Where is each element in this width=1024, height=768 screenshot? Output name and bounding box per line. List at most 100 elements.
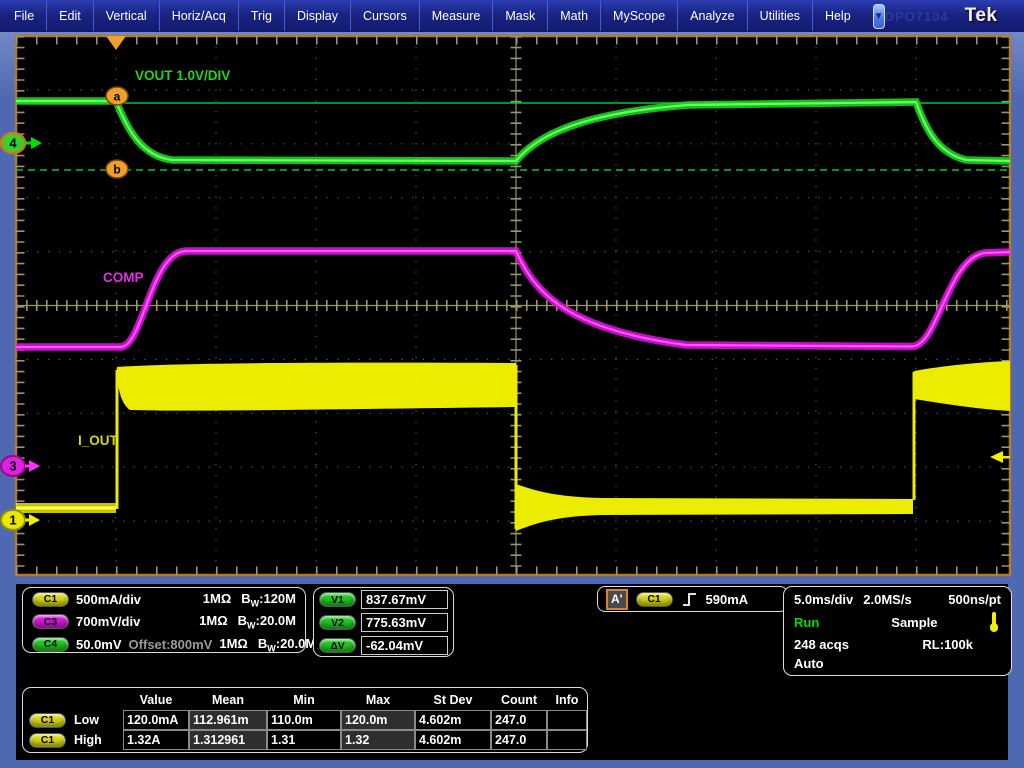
menu-analyze[interactable]: Analyze xyxy=(677,1,746,31)
trigger-mode: Auto xyxy=(794,656,824,671)
menu-trig[interactable]: Trig xyxy=(238,1,284,31)
horizontal-panel: 5.0ms/div 2.0MS/s 500ns/pt Run Sample 24… xyxy=(783,586,1012,676)
svg-text:b: b xyxy=(113,163,120,177)
horizontal-row-3: 248 acqs RL:100k xyxy=(784,635,1011,654)
acquisition-count: 248 acqs xyxy=(794,637,849,652)
svg-text:1: 1 xyxy=(9,513,16,528)
c1-bandwidth: BW:120M xyxy=(241,591,296,609)
menu-cursors[interactable]: Cursors xyxy=(350,1,419,31)
measurement-header-count: Count xyxy=(491,692,547,710)
vout-label: VOUT 1.0V/DIV xyxy=(135,68,230,83)
measurement-name: Low xyxy=(74,713,99,727)
measurement-header-info: Info xyxy=(547,692,587,710)
menu-myscope[interactable]: MyScope xyxy=(600,1,677,31)
comp-label: COMP xyxy=(103,270,144,285)
measurement-cell-mean: 112.961m xyxy=(189,710,267,730)
cursor-dv-row: ΔV -62.04mV xyxy=(314,634,453,657)
cursor-v2-value: 775.63mV xyxy=(361,613,448,632)
measurement-cell-count: 247.0 xyxy=(491,730,547,750)
menu-mask[interactable]: Mask xyxy=(492,1,547,31)
measurement-cell-max: 120.0m xyxy=(341,710,415,730)
cursor-v2-button[interactable]: V2 xyxy=(319,615,356,630)
svg-text:4: 4 xyxy=(9,136,17,151)
menu-vertical[interactable]: Vertical xyxy=(93,1,159,31)
c1-scale[interactable]: 500mA/div xyxy=(76,592,168,607)
resolution-value: 500ns/pt xyxy=(948,592,1001,607)
graticule-canvas: a b 4 3 1 VOUT 1.0V/DIV COMP I_OUT xyxy=(0,32,1024,584)
menu-file[interactable]: File xyxy=(2,1,46,31)
measurement-header-max: Max xyxy=(341,692,415,710)
trigger-level-value: 590mA xyxy=(706,592,749,607)
channel-row-c4: C4 50.0mV Offset:800mV 1MΩ BW:20.0M xyxy=(23,633,305,656)
measurement-cell-value: 120.0mA xyxy=(123,710,189,730)
cursor-dv-button[interactable]: ΔV xyxy=(319,638,356,653)
horizontal-row-2: Run Sample xyxy=(784,609,1011,635)
measurement-cell-count: 247.0 xyxy=(491,710,547,730)
acquisition-state: Run xyxy=(794,615,819,630)
measurement-cell-min: 110.0m xyxy=(267,710,341,730)
c4-impedance: 1MΩ xyxy=(219,636,247,651)
measurement-cell-max: 1.32 xyxy=(341,730,415,750)
chevron-down-icon: ▼ xyxy=(874,11,884,22)
measurement-header-value: Value xyxy=(123,692,189,710)
channel-c4-button[interactable]: C4 xyxy=(32,637,69,652)
menu-display[interactable]: Display xyxy=(284,1,350,31)
menu-overflow-button[interactable]: ▼ xyxy=(873,4,885,29)
horizontal-row-1: 5.0ms/div 2.0MS/s 500ns/pt xyxy=(784,590,1011,609)
trigger-a-badge[interactable]: A' xyxy=(606,589,628,610)
channel-c1-button[interactable]: C1 xyxy=(32,592,69,607)
measurement-panel: Value Mean Min Max St Dev Count Info C1 … xyxy=(22,687,588,753)
measurement-source-button[interactable]: C1 xyxy=(29,733,66,748)
cursor-v2-row: V2 775.63mV xyxy=(314,611,453,634)
c4-offset: Offset:800mV xyxy=(129,637,213,652)
menu-edit[interactable]: Edit xyxy=(46,1,93,31)
measurement-cell-info xyxy=(547,730,587,750)
c3-impedance: 1MΩ xyxy=(199,613,227,628)
measurement-header-min: Min xyxy=(267,692,341,710)
acquisition-mode: Sample xyxy=(891,615,937,630)
c3-scale[interactable]: 700mV/div xyxy=(76,614,168,629)
measurement-cell-mean: 1.312961 xyxy=(189,730,267,750)
svg-text:a: a xyxy=(114,90,121,104)
measurement-header-stdev: St Dev xyxy=(415,692,491,710)
menu-help[interactable]: Help xyxy=(812,1,863,31)
measurement-name: High xyxy=(74,733,102,747)
oscilloscope-screen: { "titlebar": { "menus": ["File","Edit",… xyxy=(0,0,1024,768)
menu-utilities[interactable]: Utilities xyxy=(747,1,812,31)
menu-math[interactable]: Math xyxy=(547,1,600,31)
c1-impedance: 1MΩ xyxy=(203,591,231,606)
measurement-cell-info xyxy=(547,710,587,730)
title-bar: File Edit Vertical Horiz/Acq Trig Displa… xyxy=(0,0,1024,32)
channel-row-c3: C3 700mV/div 1MΩ BW:20.0M xyxy=(23,611,305,634)
channel-row-c1: C1 500mA/div 1MΩ BW:120M xyxy=(23,588,305,611)
c4-impedance-group: 1MΩ BW:20.0M xyxy=(219,636,316,654)
c3-bandwidth: BW:20.0M xyxy=(238,613,296,631)
channel-c3-button[interactable]: C3 xyxy=(32,614,69,629)
rising-edge-icon xyxy=(681,591,698,608)
cursor-v1-value: 837.67mV xyxy=(361,590,448,609)
scope-model-label: DPO7104 xyxy=(885,9,949,24)
cursor-readout-panel: V1 837.67mV V2 775.63mV ΔV -62.04mV xyxy=(313,587,454,657)
measurement-source-button[interactable]: C1 xyxy=(29,713,66,728)
acquisition-indicator-icon xyxy=(987,611,1001,633)
cursor-v1-row: V1 837.67mV xyxy=(314,588,453,611)
menu-measure[interactable]: Measure xyxy=(419,1,493,31)
cursor-b-handle[interactable]: b xyxy=(106,160,128,178)
svg-text:3: 3 xyxy=(9,459,16,474)
iout-label: I_OUT xyxy=(78,433,119,448)
timebase-value: 5.0ms/div xyxy=(794,592,853,607)
measurement-row-label: C1 High xyxy=(29,730,123,750)
c3-impedance-group: 1MΩ BW:20.0M xyxy=(199,613,296,631)
menu-horiz-acq[interactable]: Horiz/Acq xyxy=(159,1,238,31)
measurement-header-mean: Mean xyxy=(189,692,267,710)
measurement-table: Value Mean Min Max St Dev Count Info C1 … xyxy=(23,688,587,750)
c1-impedance-group: 1MΩ BW:120M xyxy=(203,591,296,609)
trigger-source-button[interactable]: C1 xyxy=(636,592,673,607)
waveform-display: a b 4 3 1 VOUT 1.0V/DIV COMP I_OUT xyxy=(0,32,1024,584)
measurement-cell-value: 1.32A xyxy=(123,730,189,750)
c4-scale[interactable]: 50.0mV xyxy=(76,637,122,652)
channel-settings-panel: C1 500mA/div 1MΩ BW:120M C3 700mV/div 1M… xyxy=(22,587,306,653)
cursor-v1-button[interactable]: V1 xyxy=(319,592,356,607)
measurement-header-spacer xyxy=(29,692,123,710)
cursor-a-handle[interactable]: a xyxy=(106,87,128,105)
